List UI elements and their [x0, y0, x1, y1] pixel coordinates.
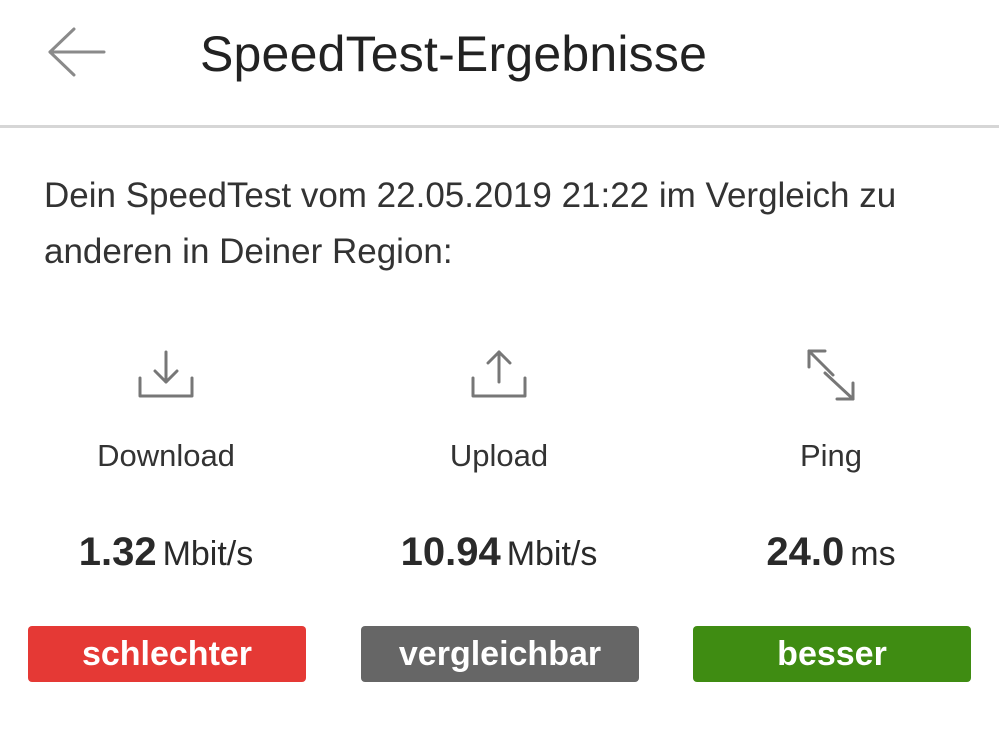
metric-download: Download 1.32 Mbit/s schlechter — [28, 340, 328, 700]
metric-value: 10.94 Mbit/s — [349, 528, 649, 578]
metric-unit: ms — [850, 535, 896, 573]
speedtest-results-screen: SpeedTest-Ergebnisse Dein SpeedTest vom … — [0, 0, 999, 730]
metric-upload: Upload 10.94 Mbit/s vergleichbar — [361, 340, 661, 700]
back-button[interactable] — [34, 18, 118, 86]
intro-text: Dein SpeedTest vom 22.05.2019 21:22 im V… — [44, 176, 897, 271]
metric-value: 24.0 ms — [681, 528, 981, 578]
metric-label: Ping — [799, 438, 863, 473]
metric-number: 10.94 — [400, 530, 501, 574]
metrics-row: Download 1.32 Mbit/s schlechter Upload 10… — [0, 340, 999, 700]
metric-unit: Mbit/s — [162, 535, 254, 573]
rating-badge: besser — [693, 626, 971, 682]
download-icon — [16, 340, 316, 410]
metric-unit: Mbit/s — [506, 535, 598, 573]
metric-number: 24.0 — [766, 530, 845, 574]
metric-value: 1.32 Mbit/s — [16, 528, 316, 578]
rating-badge: schlechter — [28, 626, 306, 682]
metric-label: Download — [97, 438, 235, 473]
ping-arrows-icon — [681, 340, 981, 410]
rating-badge: vergleichbar — [361, 626, 639, 682]
arrow-left-icon — [46, 26, 106, 78]
upload-icon — [349, 340, 649, 410]
page-title: SpeedTest-Ergebnisse — [200, 26, 708, 82]
metric-ping: Ping 24.0 ms besser — [693, 340, 993, 700]
metric-label: Upload — [449, 438, 549, 473]
app-bar: SpeedTest-Ergebnisse — [0, 0, 999, 128]
metric-number: 1.32 — [78, 530, 157, 574]
